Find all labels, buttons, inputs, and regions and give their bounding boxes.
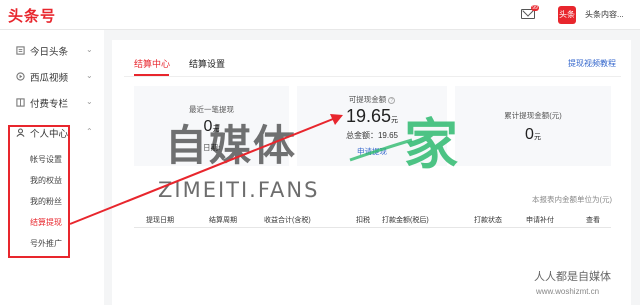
annotation-arrow	[69, 114, 343, 225]
